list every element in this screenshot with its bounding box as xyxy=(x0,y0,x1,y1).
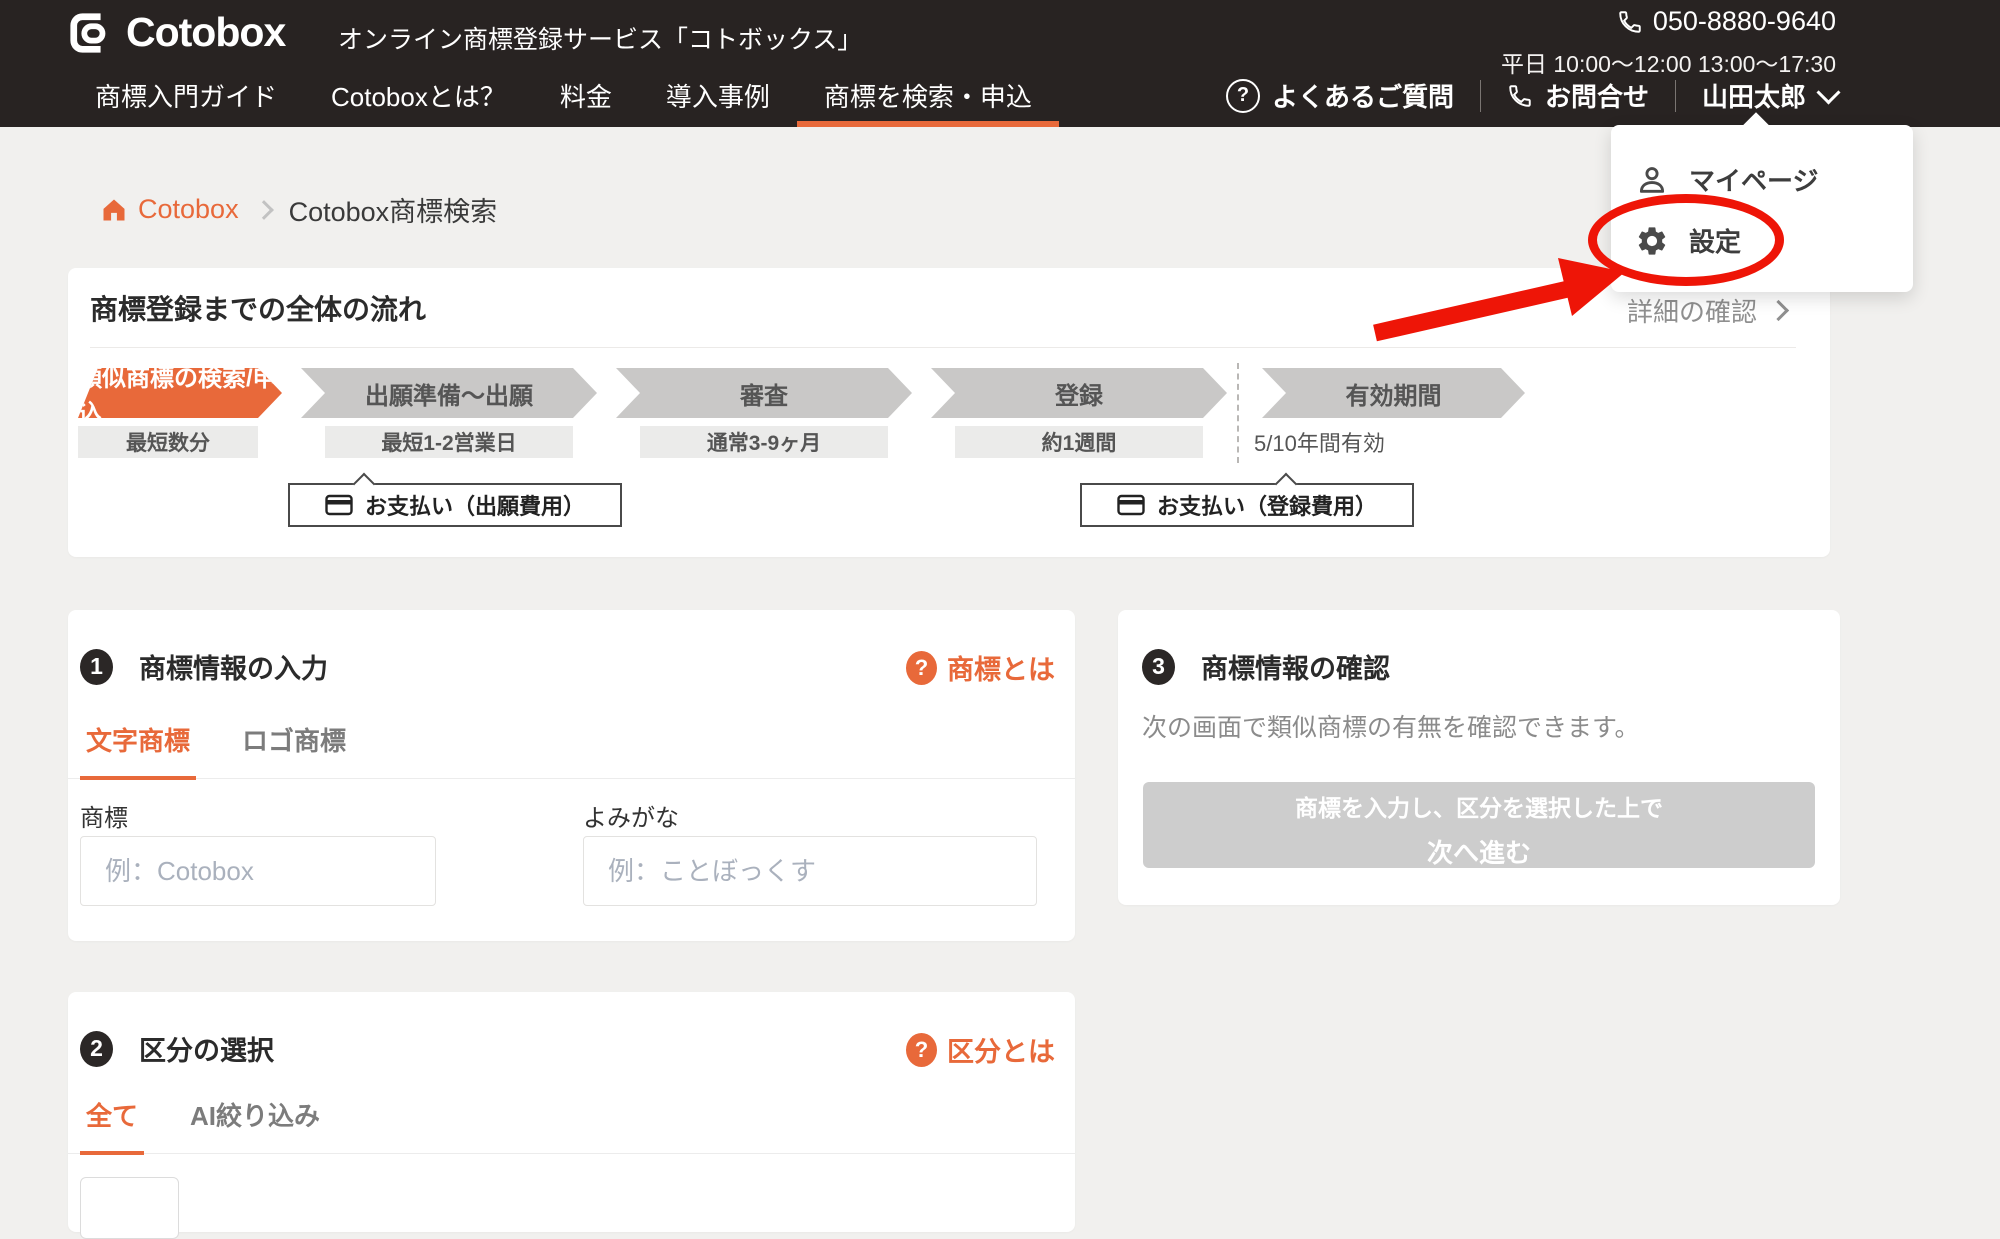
faq-link[interactable]: ? よくあるご質問 xyxy=(1200,77,1480,114)
tab-logo-trademark[interactable]: ロゴ商標 xyxy=(236,705,352,778)
faq-label: よくあるご質問 xyxy=(1272,77,1454,114)
flow-step-search: 類似商標の検索/申込 xyxy=(78,368,282,418)
site-header: Cotobox オンライン商標登録サービス「コトボックス」 050-8880-9… xyxy=(0,0,2000,127)
yomigana-input[interactable] xyxy=(583,836,1037,906)
trademark-input-card: 1 商標情報の入力 ? 商標とは 文字商標 ロゴ商標 商標 よみがな xyxy=(68,610,1075,941)
trademark-confirm-card: 3 商標情報の確認 次の画面で類似商標の有無を確認できます。 商標を入力し、区分… xyxy=(1118,610,1840,905)
what-is-trademark-link[interactable]: ? 商標とは xyxy=(906,648,1055,687)
next-step-button[interactable]: 商標を入力し、区分を選択した上で 次へ進む xyxy=(1143,782,1815,868)
flow-duration-search: 最短数分 xyxy=(78,426,258,458)
credit-card-icon xyxy=(1117,494,1145,516)
annotation-circle-settings xyxy=(1588,194,1784,286)
flow-step-validity: 有効期間 xyxy=(1262,368,1525,418)
flow-step-registration: 登録 xyxy=(931,368,1227,418)
question-circle-icon: ? xyxy=(1226,79,1260,113)
payment-callout-filing: お支払い（出願費用） xyxy=(288,483,622,527)
step3-description: 次の画面で類似商標の有無を確認できます。 xyxy=(1142,708,1640,744)
breadcrumb-separator-icon xyxy=(254,200,274,220)
step2-title: 区分の選択 xyxy=(139,1029,274,1068)
step3-title: 商標情報の確認 xyxy=(1201,647,1390,686)
help-label: 商標とは xyxy=(947,648,1055,687)
contact-link[interactable]: お問合せ xyxy=(1481,77,1675,114)
breadcrumb-home-label: Cotobox xyxy=(138,194,239,225)
payment-label: お支払い（出願費用） xyxy=(365,489,585,521)
nav-item-cases[interactable]: 導入事例 xyxy=(639,64,797,127)
breadcrumb-home-link[interactable]: Cotobox xyxy=(100,194,239,225)
menu-item-label: マイページ xyxy=(1689,161,1818,198)
tab-ai-filter[interactable]: AI絞り込み xyxy=(184,1080,326,1153)
next-button-line1: 商標を入力し、区分を選択した上で xyxy=(1149,789,1809,823)
trademark-input[interactable] xyxy=(80,836,436,906)
nav-item-about[interactable]: Cotoboxとは？ xyxy=(304,64,533,127)
header-phone-number: 050-8880-9640 xyxy=(1653,6,1836,37)
question-circle-icon: ? xyxy=(906,651,937,685)
help-label: 区分とは xyxy=(947,1030,1055,1069)
breadcrumb-current: Cotobox商標検索 xyxy=(289,190,498,229)
class-selection-card: 2 区分の選択 ? 区分とは 全て AI絞り込み xyxy=(68,992,1075,1232)
flow-step-examination: 審査 xyxy=(616,368,912,418)
question-circle-icon: ? xyxy=(906,1033,937,1067)
step-number-badge: 2 xyxy=(80,1031,113,1067)
nav-item-search-apply[interactable]: 商標を検索・申込 xyxy=(797,64,1059,127)
flow-duration-examination: 通常3-9ヶ月 xyxy=(640,426,888,458)
flow-duration-registration: 約1週間 xyxy=(955,426,1203,458)
flow-step-filing: 出願準備〜出願 xyxy=(301,368,597,418)
user-menu-trigger[interactable]: 山田太郎 xyxy=(1676,77,1837,114)
step-number-badge: 3 xyxy=(1142,649,1175,685)
payment-callout-registration: お支払い（登録費用） xyxy=(1080,483,1414,527)
nav-item-guide[interactable]: 商標入門ガイド xyxy=(68,64,304,127)
payment-label: お支払い（登録費用） xyxy=(1157,489,1377,521)
breadcrumb: Cotobox Cotobox商標検索 xyxy=(100,190,497,229)
phone-icon xyxy=(1617,9,1643,35)
phone-icon xyxy=(1507,83,1533,109)
logo-text: Cotobox xyxy=(126,9,285,56)
chevron-right-icon xyxy=(1768,300,1789,321)
user-name: 山田太郎 xyxy=(1702,77,1806,114)
person-icon xyxy=(1635,163,1669,197)
trademark-field-label: 商標 xyxy=(80,798,128,833)
next-button-line2: 次へ進む xyxy=(1149,833,1809,870)
contact-label: お問合せ xyxy=(1545,77,1649,114)
step1-title: 商標情報の入力 xyxy=(139,647,328,686)
flow-duration-validity: 5/10年間有効 xyxy=(1254,426,1514,458)
cotobox-logo[interactable]: Cotobox xyxy=(68,9,285,56)
what-is-class-link[interactable]: ? 区分とは xyxy=(906,1030,1055,1069)
tab-all-classes[interactable]: 全て xyxy=(80,1080,144,1155)
credit-card-icon xyxy=(325,494,353,516)
cotobox-logo-icon xyxy=(68,10,114,56)
class-option-box[interactable] xyxy=(80,1177,179,1239)
home-icon xyxy=(100,196,128,224)
chevron-down-icon xyxy=(1816,80,1840,104)
flow-title: 商標登録までの全体の流れ xyxy=(90,288,426,328)
site-tagline: オンライン商標登録サービス「コトボックス」 xyxy=(338,20,862,56)
nav-item-pricing[interactable]: 料金 xyxy=(533,64,639,127)
main-nav: 商標入門ガイド Cotoboxとは？ 料金 導入事例 商標を検索・申込 ? よく… xyxy=(0,64,2000,127)
tab-text-trademark[interactable]: 文字商標 xyxy=(80,705,196,780)
dashed-divider xyxy=(1237,363,1239,463)
yomigana-field-label: よみがな xyxy=(583,798,679,833)
flow-duration-filing: 最短1-2営業日 xyxy=(325,426,573,458)
menu-item-mypage[interactable]: マイページ xyxy=(1635,161,1818,198)
step-number-badge: 1 xyxy=(80,649,113,685)
